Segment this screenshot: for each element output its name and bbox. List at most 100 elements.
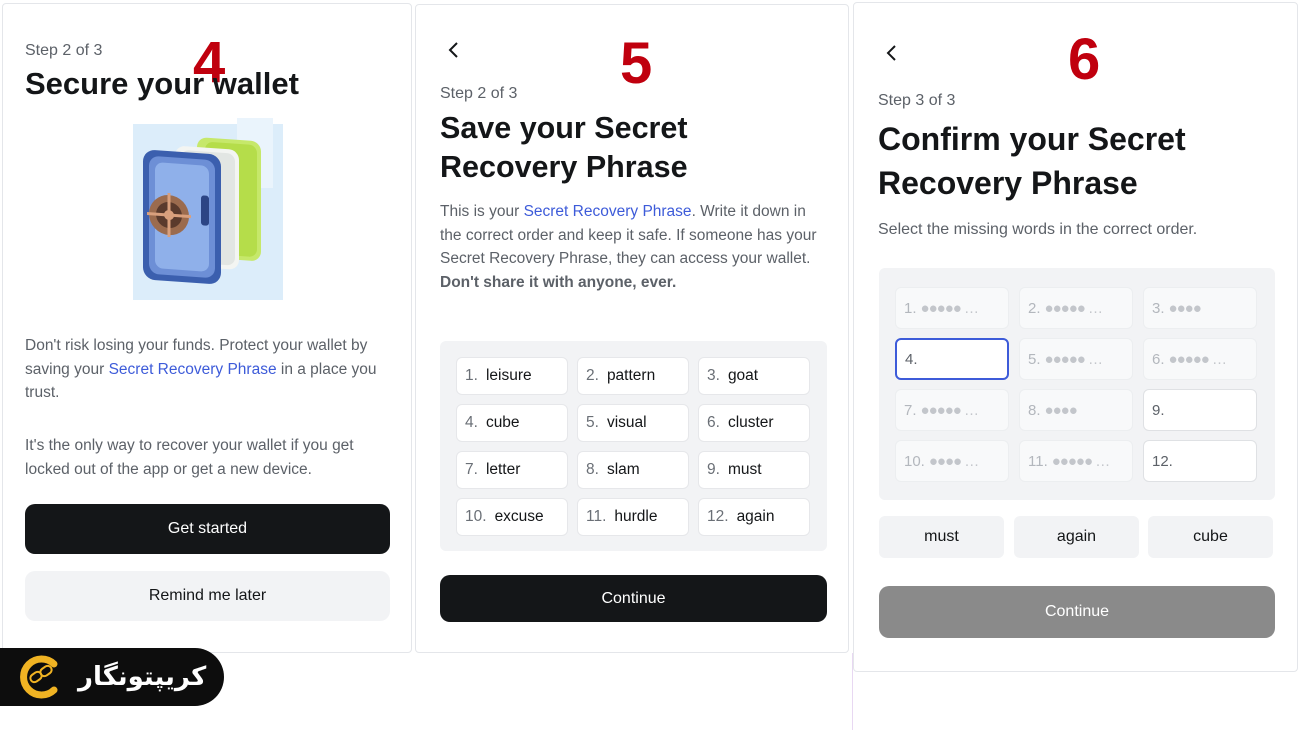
title-line-2: Recovery Phrase [440,150,688,184]
word-choice-button[interactable]: must [879,516,1004,558]
phrase-word: 8. slam [577,451,689,489]
phrase-word: 9. must [698,451,810,489]
page-title: Secure your wallet [25,66,299,101]
word-text: must [727,461,762,478]
word-text: hurdle [614,508,658,525]
empty-word-slot[interactable]: 9. [1143,389,1257,431]
secret-recovery-phrase-link[interactable]: Secret Recovery Phrase [524,203,692,220]
slot-number: 5. [1028,350,1041,368]
empty-word-slot[interactable]: 4. [895,338,1009,380]
page-title: Save your Secret Recovery Phrase [440,109,688,187]
word-text: visual [606,414,647,431]
masked-word: ●●●●● … [920,299,979,317]
phrase-word: 2. pattern [577,357,689,395]
secret-recovery-phrase-link[interactable]: Secret Recovery Phrase [109,361,277,378]
crypto-negar-watermark: کریپتونگار [0,648,224,706]
back-button[interactable] [441,37,467,63]
step-indicator: Step 2 of 3 [440,85,518,102]
recovery-info-paragraph: It's the only way to recover your wallet… [25,437,354,478]
word-text: letter [485,461,521,478]
page-title: Confirm your Secret Recovery Phrase [878,117,1186,205]
chevron-left-icon [886,45,896,61]
screen-number: 6 [1068,27,1101,92]
back-button[interactable] [879,40,905,66]
word-choice-button[interactable]: cube [1148,516,1273,558]
slot-number: 3. [1152,299,1165,317]
slot-number: 9. [1152,401,1165,419]
hidden-word-slot: 2. ●●●●● … [1019,287,1133,329]
slot-number: 8. [1028,401,1041,419]
masked-word: ●●●●● … [1044,299,1103,317]
screen-confirm-phrase: 6 Step 3 of 3 Confirm your Secret Recove… [853,2,1298,672]
slot-number: 11. [1028,452,1048,470]
continue-button[interactable]: Continue [440,575,827,622]
masked-word: ●●●● [1168,299,1202,317]
chevron-left-icon [448,42,458,58]
phrase-word: 7. letter [456,451,568,489]
masked-word: ●●●●● … [1044,350,1103,368]
word-number: 6. [707,414,720,431]
hidden-word-slot: 3. ●●●● [1143,287,1257,329]
hidden-word-slot: 1. ●●●●● … [895,287,1009,329]
masked-word: ●●●●● … [920,401,979,419]
masked-word: ●●●●● … [1051,452,1110,470]
slot-number: 6. [1152,350,1165,368]
chain-c-logo-icon [20,655,58,699]
continue-button[interactable]: Continue [879,586,1275,638]
hidden-word-slot: 10. ●●●● … [895,440,1009,482]
remind-me-later-button[interactable]: Remind me later [25,571,390,621]
word-number: 2. [586,367,599,384]
hidden-word-slot: 7. ●●●●● … [895,389,1009,431]
word-text: goat [727,367,759,384]
word-number: 5. [586,414,599,431]
screen-number: 5 [620,31,653,96]
word-text: slam [606,461,640,478]
word-text: leisure [485,367,532,384]
phrase-word: 3. goat [698,357,810,395]
safe-illustration [133,118,283,300]
phrase-word: 1. leisure [456,357,568,395]
word-text: cube [485,414,520,431]
word-text: cluster [727,414,774,431]
hidden-word-slot: 5. ●●●●● … [1019,338,1133,380]
intro-paragraph: This is your Secret Recovery Phrase. Wri… [440,200,822,294]
word-number: 12. [707,508,729,525]
slot-number: 7. [904,401,917,419]
title-line-1: Save your Secret [440,111,688,145]
slot-number: 12. [1152,452,1173,470]
word-number: 10. [465,508,487,525]
slot-number: 1. [904,299,917,317]
slot-number: 10. [904,452,925,470]
word-number: 11. [586,508,607,525]
recovery-phrase-grid: 1. leisure 2. pattern 3. goat 4. cube 5. visual 6.… [440,341,827,551]
word-number: 8. [586,461,599,478]
screen-save-phrase: 5 Step 2 of 3 Save your Secret Recovery … [415,4,849,653]
step-indicator: Step 2 of 3 [25,42,103,59]
masked-word: ●●●●● … [1168,350,1227,368]
title-line-1: Confirm your Secret [878,121,1186,157]
hidden-word-slot: 11. ●●●●● … [1019,440,1133,482]
instruction-text: Select the missing words in the correct … [878,221,1198,238]
phrase-word: 11. hurdle [577,498,689,536]
phrase-word: 5. visual [577,404,689,442]
intro-paragraph: Don't risk losing your funds. Protect yo… [25,334,385,405]
word-choice-button[interactable]: again [1014,516,1139,558]
phrase-word: 4. cube [456,404,568,442]
word-number: 7. [465,461,478,478]
slot-number: 4. [905,350,918,368]
title-line-2: Recovery Phrase [878,165,1138,201]
word-number: 4. [465,414,478,431]
word-number: 1. [465,367,478,384]
slot-number: 2. [1028,299,1041,317]
word-number: 3. [707,367,720,384]
masked-word: ●●●● … [928,452,979,470]
masked-word: ●●●● [1044,401,1078,419]
confirm-phrase-grid: 1. ●●●●● … 2. ●●●●● … 3. ●●●● 4. 5. ●●●●● … 6. ●●●… [879,268,1275,500]
screen-secure-wallet: 4 Step 2 of 3 Secure your wallet Don't r… [2,3,412,653]
phrase-word: 10. excuse [456,498,568,536]
hidden-word-slot: 6. ●●●●● … [1143,338,1257,380]
step-indicator: Step 3 of 3 [878,92,956,109]
word-number: 9. [707,461,720,478]
empty-word-slot[interactable]: 12. [1143,440,1257,482]
get-started-button[interactable]: Get started [25,504,390,554]
